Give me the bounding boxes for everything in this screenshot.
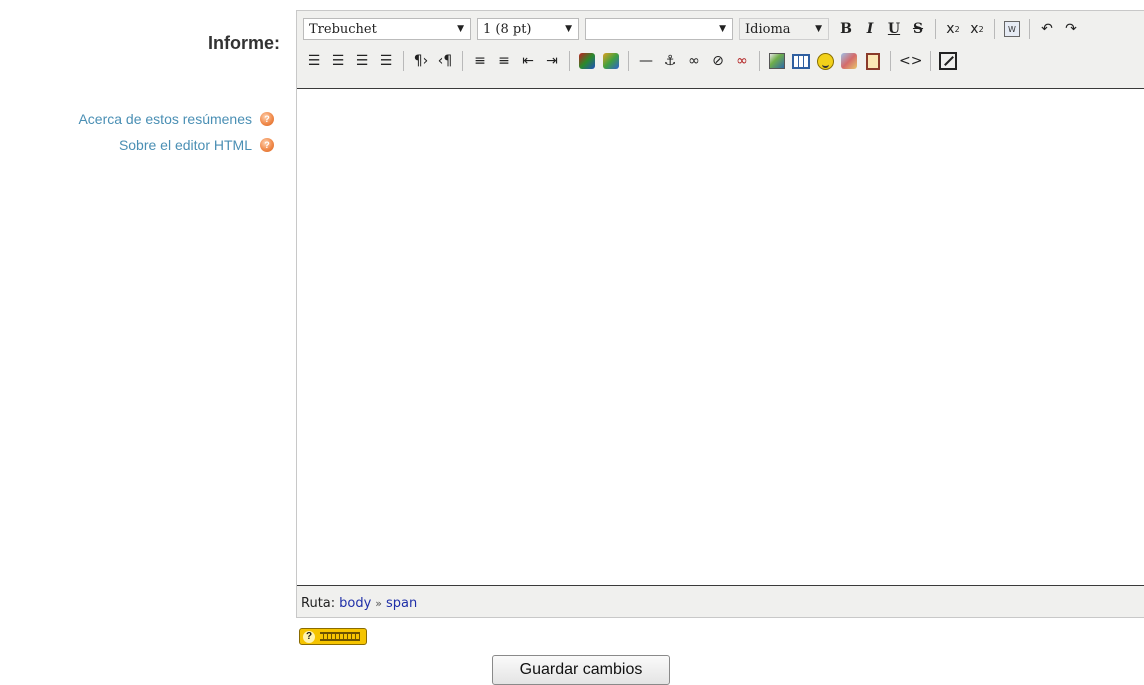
html-editor: Trebuchet ▼ 1 (8 pt) ▼ ▼ Idioma ▼ B I U … [296, 10, 1144, 618]
align-center-button[interactable]: ☰ [327, 50, 349, 72]
paragraph-style-select[interactable]: ▼ [585, 18, 733, 40]
toolbar-separator [462, 51, 463, 71]
insert-smiley-button[interactable] [814, 50, 836, 72]
paste-button[interactable] [862, 50, 884, 72]
keyboard-help-button[interactable]: ? [299, 628, 367, 645]
toolbar-separator [890, 51, 891, 71]
nolink-button[interactable]: ∞ [731, 50, 753, 72]
path-label: Ruta: [301, 595, 336, 611]
chevron-down-icon: ▼ [815, 24, 822, 34]
toolbar-separator [935, 19, 936, 39]
toolbar-row-2: ☰ ☰ ☰ ☰ ¶› ‹¶ ≡ ≡ ⇤ ⇥ — ⚓ ∞ ⊘ ∞ <> [297, 47, 1144, 75]
font-size-select[interactable]: 1 (8 pt) ▼ [477, 18, 579, 40]
font-size-value: 1 (8 pt) [483, 21, 532, 37]
ltr-direction-button[interactable]: ¶› [410, 50, 432, 72]
text-color-button[interactable] [576, 50, 598, 72]
toolbar-separator [930, 51, 932, 71]
align-justify-button[interactable]: ☰ [375, 50, 397, 72]
indent-button[interactable]: ⇥ [541, 50, 563, 72]
help-link-summaries[interactable]: Acerca de estos resúmenes ? [78, 106, 274, 132]
align-right-button[interactable]: ☰ [351, 50, 373, 72]
strikethrough-button[interactable]: S [907, 18, 929, 40]
text-color-icon [579, 53, 595, 69]
informe-label: Informe: [208, 33, 280, 53]
outdent-button[interactable]: ⇤ [517, 50, 539, 72]
word-doc-icon: W [1004, 21, 1020, 37]
toolbar-separator [1029, 19, 1030, 39]
help-link-summaries-text: Acerca de estos resúmenes [78, 111, 252, 127]
editor-content-area[interactable] [297, 88, 1144, 586]
table-icon [792, 53, 810, 69]
path-bar: Ruta: body » span [297, 588, 1144, 618]
ordered-list-button[interactable]: ≡ [469, 50, 491, 72]
rtl-direction-button[interactable]: ‹¶ [434, 50, 456, 72]
toolbar-separator [759, 51, 760, 71]
html-source-button[interactable]: <> [897, 50, 924, 72]
toolbar-separator [994, 19, 995, 39]
superscript-button[interactable]: x2 [966, 18, 988, 40]
subscript-button[interactable]: x2 [942, 18, 964, 40]
path-item-body[interactable]: body [339, 596, 371, 611]
font-family-value: Trebuchet [309, 21, 377, 37]
italic-button[interactable]: I [859, 18, 881, 40]
background-color-button[interactable] [600, 50, 622, 72]
path-item-span[interactable]: span [386, 596, 417, 611]
language-value: Idioma [745, 21, 791, 37]
anchor-button[interactable]: ⚓ [659, 50, 681, 72]
insert-link-button[interactable]: ∞ [683, 50, 705, 72]
help-icon[interactable]: ? [260, 138, 274, 152]
redo-button[interactable]: ↷ [1060, 18, 1082, 40]
help-link-html-editor[interactable]: Sobre el editor HTML ? [78, 132, 274, 158]
horizontal-rule-button[interactable]: — [635, 50, 657, 72]
help-link-html-editor-text: Sobre el editor HTML [118, 137, 252, 153]
special-char-icon [841, 53, 857, 69]
align-left-button[interactable]: ☰ [303, 50, 325, 72]
image-icon [769, 53, 785, 69]
fullscreen-icon [939, 52, 958, 70]
toolbar-separator [628, 51, 629, 71]
smiley-icon [816, 52, 834, 70]
path-separator: » [375, 596, 383, 610]
underline-button[interactable]: U [883, 18, 905, 40]
insert-image-button[interactable] [766, 50, 788, 72]
toolbar-separator [569, 51, 570, 71]
language-select[interactable]: Idioma ▼ [739, 18, 829, 40]
undo-button[interactable]: ↶ [1036, 18, 1058, 40]
font-family-select[interactable]: Trebuchet ▼ [303, 18, 471, 40]
fullscreen-button[interactable] [937, 50, 959, 72]
chevron-down-icon: ▼ [565, 24, 572, 34]
question-icon: ? [303, 630, 315, 643]
help-icon[interactable]: ? [260, 112, 274, 126]
unordered-list-button[interactable]: ≡ [493, 50, 515, 72]
chevron-down-icon: ▼ [457, 24, 464, 34]
chevron-down-icon: ▼ [719, 24, 726, 34]
unlink-button[interactable]: ⊘ [707, 50, 729, 72]
save-changes-button[interactable]: Guardar cambios [492, 655, 670, 685]
paste-icon [866, 52, 880, 70]
bold-button[interactable]: B [835, 18, 857, 40]
insert-char-button[interactable] [838, 50, 860, 72]
keyboard-icon [320, 632, 360, 641]
clean-word-button[interactable]: W [1001, 18, 1023, 40]
toolbar-separator [403, 51, 404, 71]
help-links: Acerca de estos resúmenes ? Sobre el edi… [78, 106, 274, 158]
toolbar-row-1: Trebuchet ▼ 1 (8 pt) ▼ ▼ Idioma ▼ B I U … [297, 15, 1144, 43]
paint-bucket-icon [603, 53, 619, 69]
insert-table-button[interactable] [790, 50, 812, 72]
